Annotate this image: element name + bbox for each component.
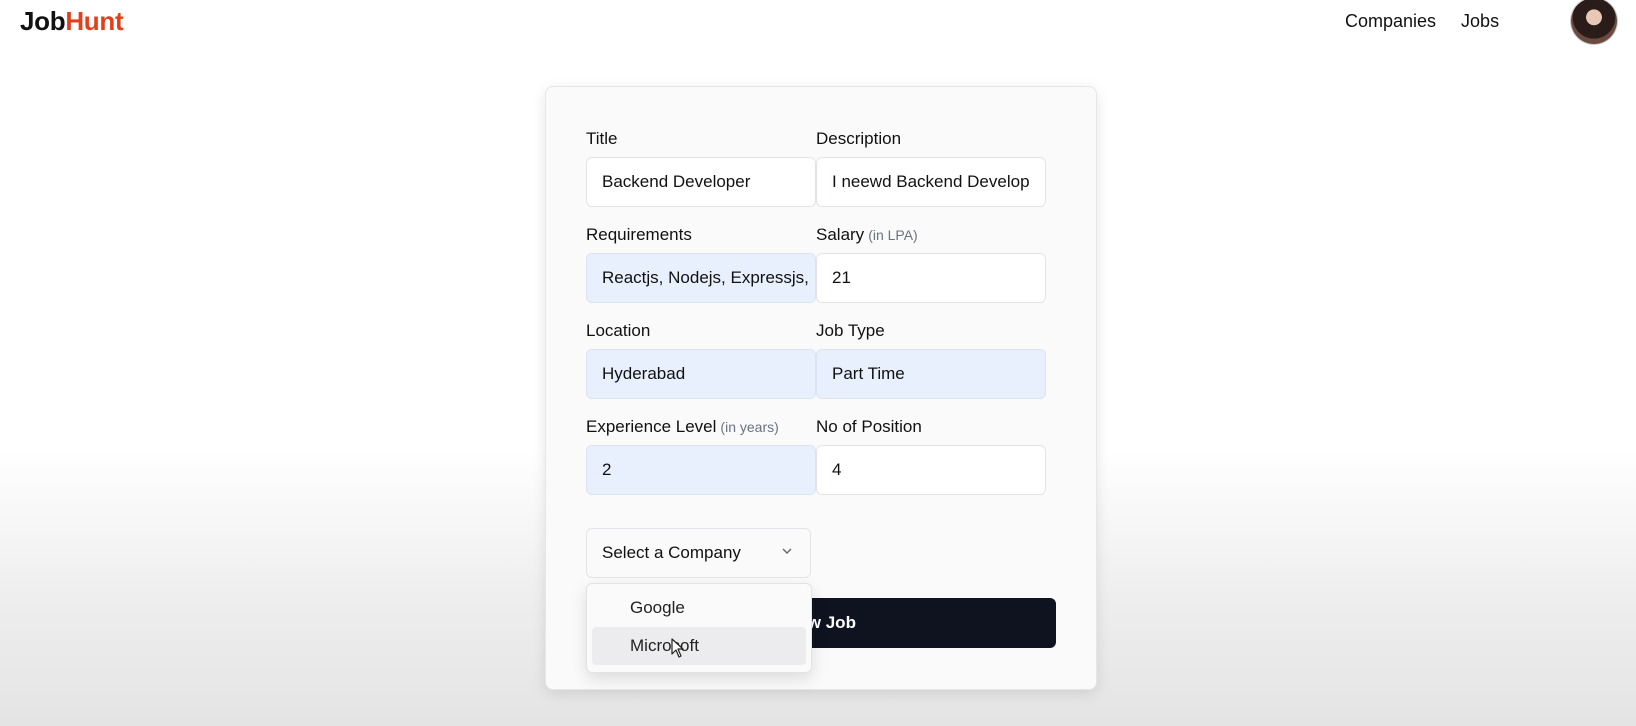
title-label: Title <box>586 129 618 148</box>
positions-input[interactable]: 4 <box>816 445 1046 495</box>
requirements-input[interactable]: Reactjs, Nodejs, Expressjs, <box>586 253 816 303</box>
company-option-google[interactable]: Google <box>592 589 806 627</box>
company-dropdown: Google Microsoft <box>586 583 812 673</box>
mouse-cursor-icon <box>671 638 684 658</box>
avatar[interactable] <box>1571 0 1617 44</box>
location-label: Location <box>586 321 651 340</box>
job-type-input[interactable]: Part Time <box>816 349 1046 399</box>
experience-input[interactable]: 2 <box>586 445 816 495</box>
job-type-label: Job Type <box>816 321 885 340</box>
company-select-placeholder: Select a Company <box>602 543 741 562</box>
positions-field: No of Position 4 <box>816 416 1046 495</box>
logo-text-primary: Job <box>20 6 66 36</box>
requirements-label: Requirements <box>586 225 692 244</box>
salary-field: Salary (in LPA) 21 <box>816 224 1046 303</box>
salary-label-row: Salary (in LPA) <box>816 224 1046 246</box>
nav-link-companies[interactable]: Companies <box>1345 11 1436 32</box>
company-option-microsoft[interactable]: Microsoft <box>592 627 806 665</box>
description-label: Description <box>816 129 902 148</box>
experience-hint: (in years) <box>720 419 779 435</box>
nav-links: Companies Jobs <box>1345 11 1499 32</box>
chevron-down-icon <box>782 548 792 554</box>
company-select[interactable]: Select a Company <box>586 528 811 578</box>
description-field: Description I neewd Backend Develop <box>816 128 1046 207</box>
positions-label: No of Position <box>816 417 922 436</box>
nav-link-jobs[interactable]: Jobs <box>1461 11 1499 32</box>
location-input[interactable]: Hyderabad <box>586 349 816 399</box>
salary-input[interactable]: 21 <box>816 253 1046 303</box>
experience-label: Experience Level <box>586 417 717 436</box>
salary-hint: (in LPA) <box>868 227 918 243</box>
title-input[interactable]: Backend Developer <box>586 157 816 207</box>
description-input[interactable]: I neewd Backend Develop <box>816 157 1046 207</box>
requirements-field: Requirements Reactjs, Nodejs, Expressjs, <box>586 224 816 303</box>
job-type-field: Job Type Part Time <box>816 320 1046 399</box>
logo[interactable]: JobHunt <box>20 6 124 37</box>
experience-field: Experience Level (in years) 2 <box>586 416 816 495</box>
navbar: JobHunt Companies Jobs <box>0 0 1636 48</box>
logo-text-accent: Hunt <box>65 6 124 36</box>
salary-label: Salary <box>816 225 865 244</box>
location-field: Location Hyderabad <box>586 320 816 399</box>
title-field: Title Backend Developer <box>586 128 816 207</box>
experience-label-row: Experience Level (in years) <box>586 416 816 438</box>
